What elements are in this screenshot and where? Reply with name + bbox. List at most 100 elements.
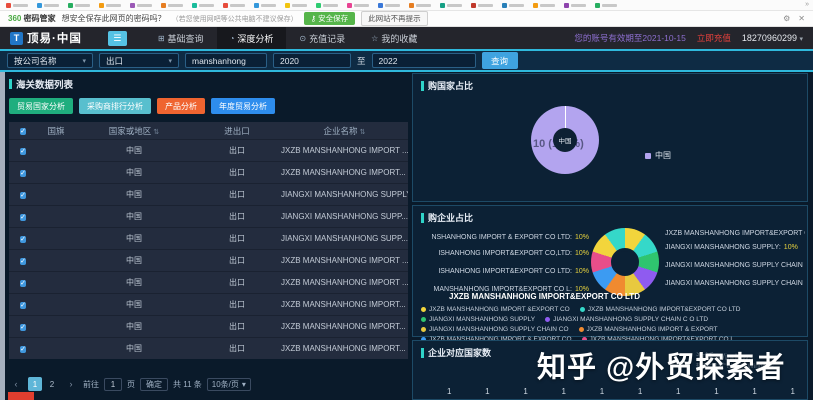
year-to-input[interactable]: [372, 53, 476, 68]
table-row[interactable]: ✓ 中国 出口 JIANGXI MANSHANHONG SUPP...: [9, 227, 408, 249]
bookmark-item[interactable]: [254, 3, 276, 8]
table-row[interactable]: ✓ 中国 出口 JXZB MANSHANHONG IMPORT...: [9, 315, 408, 337]
company-pie[interactable]: [591, 228, 659, 296]
dismiss-site-button[interactable]: 此网站不再提示: [361, 11, 428, 26]
bookmark-item[interactable]: [68, 3, 90, 8]
table-row[interactable]: ✓ 中国 出口 JXZB MANSHANHONG IMPORT ...: [9, 249, 408, 271]
menu-item[interactable]: ⊙ 充值记录: [286, 27, 358, 49]
row-checkbox[interactable]: ✓: [20, 170, 26, 177]
legend-item[interactable]: JXZB MANSHANHONG IMPORT&EXPORT CO LTD: [580, 306, 741, 313]
gear-icon[interactable]: ⚙: [783, 14, 790, 23]
column-trade[interactable]: 进出口: [193, 125, 281, 137]
hamburger-menu-icon[interactable]: ☰: [108, 31, 127, 46]
bookmark-item[interactable]: [161, 3, 183, 8]
year-from-input[interactable]: [273, 53, 351, 68]
bookmark-item[interactable]: [316, 3, 338, 8]
analysis-button[interactable]: 年度贸易分析: [211, 98, 275, 114]
bookmark-item[interactable]: [440, 3, 462, 8]
column-company[interactable]: 企业名称⇅: [281, 125, 408, 137]
row-checkbox[interactable]: ✓: [20, 302, 26, 309]
bookmark-item[interactable]: [533, 3, 555, 8]
keyword-input[interactable]: [185, 53, 267, 68]
left-scrollbar[interactable]: [0, 72, 5, 400]
page-size-select[interactable]: 10条/页 ▾: [207, 378, 251, 391]
row-checkbox[interactable]: ✓: [20, 346, 26, 353]
row-company[interactable]: JXZB MANSHANHONG IMPORT...: [281, 344, 408, 353]
row-checkbox[interactable]: ✓: [20, 258, 26, 265]
row-company[interactable]: JXZB MANSHANHONG IMPORT...: [281, 168, 408, 177]
trade-type-select[interactable]: 出口 ▾: [99, 53, 179, 68]
row-company[interactable]: JXZB MANSHANHONG IMPORT ...: [281, 278, 408, 287]
column-country[interactable]: 国家或地区⇅: [75, 125, 193, 137]
bookmark-label: [137, 4, 152, 7]
save-password-button[interactable]: ⚷ 安全保存: [304, 12, 356, 25]
analysis-button[interactable]: 贸易国家分析: [9, 98, 73, 114]
bookmark-item[interactable]: [6, 3, 28, 8]
page-number[interactable]: 1: [28, 377, 42, 391]
row-company[interactable]: JIANGXI MANSHANHONG SUPP...: [281, 234, 408, 243]
menu-item[interactable]: ⊞ 基础查询: [145, 27, 217, 49]
bookmarks-bar: [0, 0, 813, 11]
row-company[interactable]: JXZB MANSHANHONG IMPORT ...: [281, 256, 408, 265]
account-phone[interactable]: 18270960299 ▾: [742, 33, 803, 43]
bookmark-item[interactable]: [99, 3, 121, 8]
table-row[interactable]: ✓ 中国 出口 JXZB MANSHANHONG IMPORT ...: [9, 139, 408, 161]
bookmark-item[interactable]: [595, 3, 617, 8]
bookmark-item[interactable]: [347, 3, 369, 8]
bookmark-item[interactable]: [409, 3, 431, 8]
table-row[interactable]: ✓ 中国 出口 JXZB MANSHANHONG IMPORT...: [9, 293, 408, 315]
column-flag[interactable]: 国旗: [37, 125, 75, 137]
bookmark-item[interactable]: [285, 3, 307, 8]
bookmark-item[interactable]: [37, 3, 59, 8]
analysis-button[interactable]: 产品分析: [157, 98, 205, 114]
goto-page-input[interactable]: [104, 378, 122, 391]
table-row[interactable]: ✓ 中国 出口 JIANGXI MANSHANHONG SUPP...: [9, 205, 408, 227]
country-donut[interactable]: 10 (100%) 中国: [531, 106, 599, 174]
row-checkbox[interactable]: ✓: [20, 148, 26, 155]
prev-page-icon[interactable]: ‹: [9, 377, 23, 391]
menu-item[interactable]: ◔ 深度分析: [217, 27, 287, 49]
bookmark-item[interactable]: [223, 3, 245, 8]
legend-item[interactable]: JIANGXI MANSHANHONG SUPPLY CHAIN CO: [421, 326, 569, 333]
row-checkbox[interactable]: ✓: [20, 192, 26, 199]
legend-item[interactable]: JXZB MANSHANHONG IMPORT &EXPORT CO: [421, 306, 570, 313]
row-company[interactable]: JXZB MANSHANHONG IMPORT...: [281, 322, 408, 331]
menu-item[interactable]: ☆ 我的收藏: [358, 27, 430, 49]
analysis-button[interactable]: 采购商排行分析: [79, 98, 151, 114]
row-checkbox[interactable]: ✓: [20, 214, 26, 221]
bookmark-item[interactable]: [471, 3, 493, 8]
bookmark-item[interactable]: [192, 3, 214, 8]
legend-item[interactable]: JXZB MANSHANHONG IMPORT & EXPORT: [579, 326, 718, 333]
search-field-select[interactable]: 按公司名称 ▾: [7, 53, 93, 68]
row-checkbox[interactable]: ✓: [20, 324, 26, 331]
row-company[interactable]: JXZB MANSHANHONG IMPORT ...: [281, 146, 408, 155]
row-checkbox[interactable]: ✓: [20, 280, 26, 287]
bookmark-label: [354, 4, 369, 7]
taskbar-red-fragment: [8, 392, 34, 400]
bookmark-item[interactable]: [130, 3, 152, 8]
bookmark-item[interactable]: [502, 3, 524, 8]
row-company[interactable]: JXZB MANSHANHONG IMPORT...: [281, 300, 408, 309]
legend-item[interactable]: JIANGXI MANSHANHONG SUPPLY CHAIN C O LTD: [545, 316, 708, 323]
goto-confirm-button[interactable]: 确定: [140, 378, 168, 391]
row-checkbox[interactable]: ✓: [20, 236, 26, 243]
bookmark-item[interactable]: [378, 3, 400, 8]
table-row[interactable]: ✓ 中国 出口 JXZB MANSHANHONG IMPORT...: [9, 161, 408, 183]
select-all-checkbox[interactable]: ✓: [20, 128, 26, 135]
legend-item[interactable]: JIANGXI MANSHANHONG SUPPLY: [421, 316, 535, 323]
row-company[interactable]: JIANGXI MANSHANHONG SUPP...: [281, 212, 408, 221]
row-company[interactable]: JIANGXI MANSHANHONG SUPPLY: [281, 190, 408, 199]
country-legend[interactable]: 中国: [645, 150, 671, 161]
bookmarks-overflow-icon[interactable]: »: [805, 1, 809, 8]
bookmark-item[interactable]: [564, 3, 586, 8]
query-button[interactable]: 查询: [482, 52, 518, 69]
table-row[interactable]: ✓ 中国 出口 JXZB MANSHANHONG IMPORT ...: [9, 271, 408, 293]
row-country: 中国: [75, 277, 193, 288]
table-row[interactable]: ✓ 中国 出口 JXZB MANSHANHONG IMPORT...: [9, 337, 408, 359]
page-number[interactable]: 2: [45, 377, 59, 391]
next-page-icon[interactable]: ›: [64, 377, 78, 391]
app-logo[interactable]: T 顶易·中国: [10, 30, 82, 46]
table-row[interactable]: ✓ 中国 出口 JIANGXI MANSHANHONG SUPPLY: [9, 183, 408, 205]
recharge-link[interactable]: 立即充值: [697, 32, 731, 44]
close-icon[interactable]: ✕: [798, 14, 805, 23]
